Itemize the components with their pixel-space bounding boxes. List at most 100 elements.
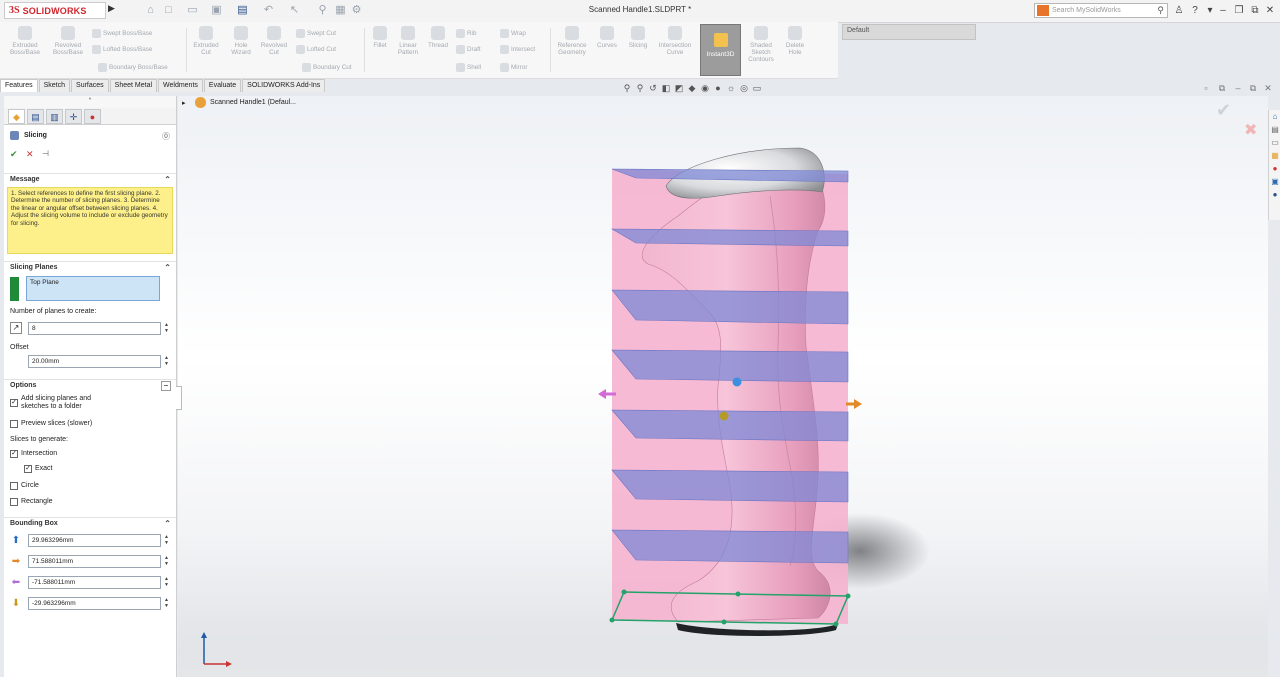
file-explorer-icon[interactable]: ▭ [1270, 138, 1280, 149]
slice-plane[interactable] [611, 409, 849, 442]
pushpin-icon[interactable]: ⊣ [42, 149, 49, 158]
bounding-box-header[interactable]: Bounding Box ⌃ [4, 517, 176, 529]
tab-evaluate[interactable]: Evaluate [203, 79, 242, 92]
configuration-manager-tab-icon[interactable]: ▥ [46, 109, 63, 124]
apply-scene-icon[interactable]: ☼ [726, 82, 736, 94]
search-icon[interactable]: ⚲ [1157, 5, 1164, 16]
property-manager-tab-icon[interactable]: ▤ [27, 109, 44, 124]
zoom-to-fit-icon[interactable]: ⚲ [622, 82, 632, 94]
close-icon[interactable]: ✕ [1263, 3, 1277, 18]
file-properties-icon[interactable]: ▦ [334, 4, 347, 17]
intersection-curve-button[interactable]: Intersection Curve [654, 26, 696, 74]
minimize-icon[interactable]: – [1216, 3, 1230, 18]
revolved-boss-button[interactable]: Revolved Boss/Base [48, 26, 88, 74]
top-drag-handle[interactable] [732, 377, 742, 387]
boundary-boss-button[interactable]: Boundary Boss/Base [98, 62, 168, 74]
display-style-icon[interactable]: ◆ [687, 82, 697, 94]
rebuild-icon[interactable]: ⚲ [316, 4, 329, 17]
tab-surfaces[interactable]: Surfaces [71, 79, 109, 92]
slice-plane[interactable] [611, 529, 849, 564]
thread-button[interactable]: Thread [424, 26, 452, 74]
solidworks-logo[interactable]: 3S SOLIDWORKS [4, 2, 106, 19]
tab-weldments[interactable]: Weldments [158, 79, 203, 92]
help-dropdown-icon[interactable]: ▾ [1203, 3, 1217, 18]
forum-icon[interactable]: ● [1270, 190, 1280, 201]
offset-input[interactable]: 20.00mm [28, 355, 161, 368]
right-drag-handle[interactable] [846, 399, 862, 409]
wrap-button[interactable]: Wrap [500, 28, 526, 40]
edit-appearance-icon[interactable]: ● [713, 82, 723, 94]
hole-wizard-button[interactable]: Hole Wizard [224, 26, 258, 74]
lofted-cut-button[interactable]: Lofted Cut [296, 44, 336, 56]
help-icon[interactable]: ? [1188, 3, 1202, 18]
add-slicing-checkbox[interactable]: ✓ [10, 399, 18, 407]
rib-button[interactable]: Rib [456, 28, 476, 40]
panel-splitter-handle[interactable] [176, 386, 182, 410]
viewport-restore-icon[interactable]: ⧉ [1247, 83, 1259, 95]
new-icon[interactable]: □ [162, 4, 175, 17]
num-planes-spinner[interactable]: ▲ ▼ [163, 322, 170, 335]
num-planes-input[interactable]: 8 [28, 322, 161, 335]
lofted-boss-button[interactable]: Lofted Boss/Base [92, 44, 152, 56]
collapse-chevron-icon[interactable]: ⌃ [164, 174, 171, 186]
bbox-top-input[interactable]: 29.963296mm [28, 534, 161, 547]
linear-pattern-button[interactable]: Linear Pattern [394, 26, 422, 74]
tab-addins[interactable]: SOLIDWORKS Add-Ins [242, 79, 326, 92]
slicing-planes-header[interactable]: Slicing Planes ⌃ [4, 261, 176, 273]
search-scope-icon[interactable] [1037, 5, 1049, 16]
slice-plane[interactable] [611, 289, 849, 325]
collapse-box-icon[interactable]: – [161, 381, 171, 391]
user-icon[interactable]: ♙ [1172, 3, 1186, 18]
bbox-top-spinner[interactable]: ▲ ▼ [163, 534, 170, 547]
viewport-minimize-icon[interactable]: – [1232, 83, 1244, 95]
slicing-button[interactable]: Slicing [624, 26, 652, 74]
panel-collapse-handle[interactable]: • [4, 96, 176, 108]
plane-selection-box[interactable]: Top Plane [26, 276, 160, 301]
slice-plane[interactable] [610, 228, 849, 247]
swept-boss-button[interactable]: Swept Boss/Base [92, 28, 152, 40]
options-header[interactable]: Options – [4, 379, 176, 391]
instant3d-button[interactable]: Instant3D [700, 24, 741, 76]
cancel-icon[interactable]: ✕ [26, 149, 34, 160]
bbox-bottom-spinner[interactable]: ▲ ▼ [163, 597, 170, 610]
select-icon[interactable]: ↖ [288, 4, 301, 17]
collapse-chevron-icon[interactable]: ⌃ [164, 262, 171, 274]
viewport-layout-icon[interactable]: ⧉ [1216, 83, 1228, 95]
hide-show-items-icon[interactable]: ◉ [700, 82, 710, 94]
bbox-right-input[interactable]: 71.588011mm [28, 555, 161, 568]
rectangle-checkbox[interactable] [10, 498, 18, 506]
home-icon[interactable]: ⌂ [144, 4, 157, 17]
zoom-to-area-icon[interactable]: ⚲ [635, 82, 645, 94]
bbox-left-input[interactable]: -71.588011mm [28, 576, 161, 589]
section-view-icon[interactable]: ◧ [661, 82, 671, 94]
curves-button[interactable]: Curves [594, 26, 620, 74]
custom-properties-icon[interactable]: ▣ [1270, 177, 1280, 188]
collapse-chevron-icon[interactable]: ⌃ [164, 518, 171, 530]
offset-spinner[interactable]: ▲ ▼ [163, 355, 170, 368]
bbox-right-spinner[interactable]: ▲ ▼ [163, 555, 170, 568]
view-orientation-icon[interactable]: ◩ [674, 82, 684, 94]
undo-icon[interactable]: ↶ [262, 4, 275, 17]
display-manager-tab-icon[interactable]: ● [84, 109, 101, 124]
search-input[interactable]: Search MySolidWorks ⚲ [1034, 3, 1168, 18]
bbox-left-spinner[interactable]: ▲ ▼ [163, 576, 170, 589]
tab-sketch[interactable]: Sketch [38, 79, 71, 92]
reference-geometry-button[interactable]: Reference Geometry [553, 26, 591, 74]
message-header[interactable]: Message ⌃ [4, 173, 176, 185]
display-settings-icon[interactable]: ▭ [752, 82, 762, 94]
dimxpert-tab-icon[interactable]: ✛ [65, 109, 82, 124]
design-library-icon[interactable]: ▤ [1270, 125, 1280, 136]
revolved-cut-button[interactable]: Revolved Cut [258, 26, 290, 74]
intersection-checkbox[interactable]: ✓ [10, 450, 18, 458]
draft-button[interactable]: Draft [456, 44, 481, 56]
viewport-layout-icon[interactable]: ▫ [1200, 83, 1212, 95]
circle-checkbox[interactable] [10, 482, 18, 490]
tab-features[interactable]: Features [0, 79, 38, 92]
bottom-drag-handle[interactable] [719, 411, 729, 421]
delete-hole-button[interactable]: Delete Hole [780, 26, 810, 74]
help-icon[interactable]: ⓪ [162, 131, 170, 142]
appearances-icon[interactable]: ● [1270, 164, 1280, 175]
previous-view-icon[interactable]: ↺ [648, 82, 658, 94]
fillet-button[interactable]: Fillet [368, 26, 392, 74]
feature-manager-tab-icon[interactable]: ◆ [8, 109, 25, 124]
